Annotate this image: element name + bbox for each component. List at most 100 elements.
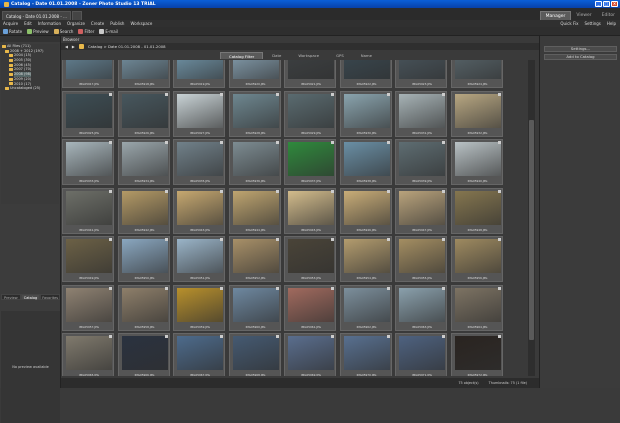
forward-icon[interactable]: ▶ xyxy=(72,44,75,49)
menu-acquire[interactable]: Acquire xyxy=(3,21,18,26)
thumbnail-image[interactable] xyxy=(121,336,168,370)
select-checkbox[interactable] xyxy=(331,189,334,193)
browser-scrollbar[interactable] xyxy=(528,60,535,376)
thumbnail[interactable]: IMG05966.JPG xyxy=(117,333,170,376)
select-checkbox[interactable] xyxy=(386,286,390,290)
thumbnail-image[interactable] xyxy=(66,336,112,370)
select-checkbox[interactable] xyxy=(164,335,168,338)
toolbar-filter-button[interactable]: Filter xyxy=(78,28,94,34)
select-checkbox[interactable] xyxy=(386,189,390,193)
select-checkbox[interactable] xyxy=(442,189,445,193)
thumbnail[interactable]: IMG05967.JPG xyxy=(173,333,225,376)
thumbnail-image[interactable] xyxy=(343,60,390,79)
thumbnail-image[interactable] xyxy=(288,93,334,128)
thumbnail-image[interactable] xyxy=(343,142,390,176)
menu-help[interactable]: Help xyxy=(607,21,616,26)
new-tab-button[interactable] xyxy=(71,11,82,20)
thumbnail[interactable]: IMG05963.JPG xyxy=(395,284,447,331)
right-pane-button[interactable]: Add to Catalog xyxy=(544,54,617,60)
thumbnail-image[interactable] xyxy=(121,190,168,225)
thumbnail-image[interactable] xyxy=(177,142,223,176)
thumbnail[interactable]: IMG05928.JPG xyxy=(228,90,281,137)
thumbnail[interactable]: IMG05965.JPG xyxy=(62,333,114,376)
select-checkbox[interactable] xyxy=(164,286,168,290)
select-checkbox[interactable] xyxy=(275,286,279,290)
thumbnail[interactable]: IMG05929.JPG xyxy=(284,90,336,137)
thumbnail[interactable]: IMG05932.JPG xyxy=(450,90,503,137)
thumbnail-image[interactable] xyxy=(177,190,223,225)
thumbnail[interactable]: IMG05971.JPG xyxy=(395,333,447,376)
select-checkbox[interactable] xyxy=(497,92,501,96)
thumbnail-image[interactable] xyxy=(66,60,112,79)
thumbnail-image[interactable] xyxy=(343,336,390,370)
thumbnail[interactable]: IMG05946.JPG xyxy=(339,187,392,234)
select-checkbox[interactable] xyxy=(497,286,501,290)
tree-item[interactable]: Uncataloged (25) xyxy=(1,86,59,91)
thumbnail-image[interactable] xyxy=(288,287,334,322)
right-pane-button[interactable]: Settings... xyxy=(544,46,617,52)
thumbnail[interactable]: IMG05933.JPG xyxy=(62,139,114,185)
select-checkbox[interactable] xyxy=(109,286,112,290)
thumbnail[interactable]: IMG05927.JPG xyxy=(173,90,225,137)
thumbnail[interactable]: IMG05952.JPG xyxy=(228,236,281,282)
thumbnail[interactable]: IMG05918.JPG xyxy=(117,60,170,88)
thumbnail[interactable]: IMG05923.JPG xyxy=(395,60,447,88)
thumbnail-image[interactable] xyxy=(177,336,223,370)
thumbnail-image[interactable] xyxy=(399,287,445,322)
thumbnail-image[interactable] xyxy=(232,239,279,273)
thumbnail-image[interactable] xyxy=(454,142,501,176)
thumbnail[interactable]: IMG05919.JPG xyxy=(173,60,225,88)
thumbnail[interactable]: IMG05953.JPG xyxy=(284,236,336,282)
thumbnail[interactable]: IMG05921.JPG xyxy=(284,60,336,88)
thumbnail[interactable]: IMG05954.JPG xyxy=(339,236,392,282)
thumbnail-image[interactable] xyxy=(288,239,334,273)
thumbnail-image[interactable] xyxy=(121,239,168,273)
select-checkbox[interactable] xyxy=(220,286,223,290)
thumbnail[interactable]: IMG05947.JPG xyxy=(395,187,447,234)
select-checkbox[interactable] xyxy=(275,238,279,241)
select-checkbox[interactable] xyxy=(331,141,334,144)
panel-tab-preview[interactable]: Preview xyxy=(1,294,21,300)
menu-information[interactable]: Information xyxy=(38,21,61,26)
thumbnail[interactable]: IMG05926.JPG xyxy=(117,90,170,137)
filter-tab-gps[interactable]: GPS xyxy=(328,52,352,59)
thumbnail-image[interactable] xyxy=(121,287,168,322)
select-checkbox[interactable] xyxy=(109,335,112,338)
select-checkbox[interactable] xyxy=(220,92,223,96)
menu-quick-fix[interactable]: Quick Fix xyxy=(560,21,578,26)
thumbnail-image[interactable] xyxy=(399,93,445,128)
select-checkbox[interactable] xyxy=(164,238,168,241)
select-checkbox[interactable] xyxy=(331,92,334,96)
thumbnail-image[interactable] xyxy=(121,60,168,79)
thumbnail-image[interactable] xyxy=(232,60,279,79)
thumbnail[interactable]: IMG05969.JPG xyxy=(284,333,336,376)
thumbnail-image[interactable] xyxy=(399,190,445,225)
thumbnail[interactable]: IMG05970.JPG xyxy=(339,333,392,376)
thumbnail-image[interactable] xyxy=(454,190,501,225)
menu-create[interactable]: Create xyxy=(91,21,104,26)
thumbnail[interactable]: IMG05940.JPG xyxy=(450,139,503,185)
thumbnail[interactable]: IMG05960.JPG xyxy=(228,284,281,331)
select-checkbox[interactable] xyxy=(109,92,112,96)
select-checkbox[interactable] xyxy=(220,335,223,338)
select-checkbox[interactable] xyxy=(331,286,334,290)
select-checkbox[interactable] xyxy=(386,335,390,338)
thumbnail[interactable]: IMG05951.JPG xyxy=(173,236,225,282)
select-checkbox[interactable] xyxy=(497,335,501,338)
select-checkbox[interactable] xyxy=(386,238,390,241)
select-checkbox[interactable] xyxy=(164,92,168,96)
thumbnail[interactable]: IMG05942.JPG xyxy=(117,187,170,234)
thumbnail-image[interactable] xyxy=(121,142,168,176)
select-checkbox[interactable] xyxy=(442,335,445,338)
thumbnail[interactable]: IMG05922.JPG xyxy=(339,60,392,88)
path-text[interactable]: Catalog > Date 01.01.2008 - 01.01.2008 xyxy=(88,44,166,49)
thumbnail-image[interactable] xyxy=(66,287,112,322)
back-icon[interactable]: ◀ xyxy=(65,44,68,49)
thumbnail[interactable]: IMG05948.JPG xyxy=(450,187,503,234)
thumbnail-image[interactable] xyxy=(177,60,223,79)
select-checkbox[interactable] xyxy=(386,92,390,96)
thumbnail[interactable]: IMG05937.JPG xyxy=(284,139,336,185)
thumbnail-image[interactable] xyxy=(343,287,390,322)
thumbnail-image[interactable] xyxy=(232,190,279,225)
thumbnail-image[interactable] xyxy=(343,93,390,128)
